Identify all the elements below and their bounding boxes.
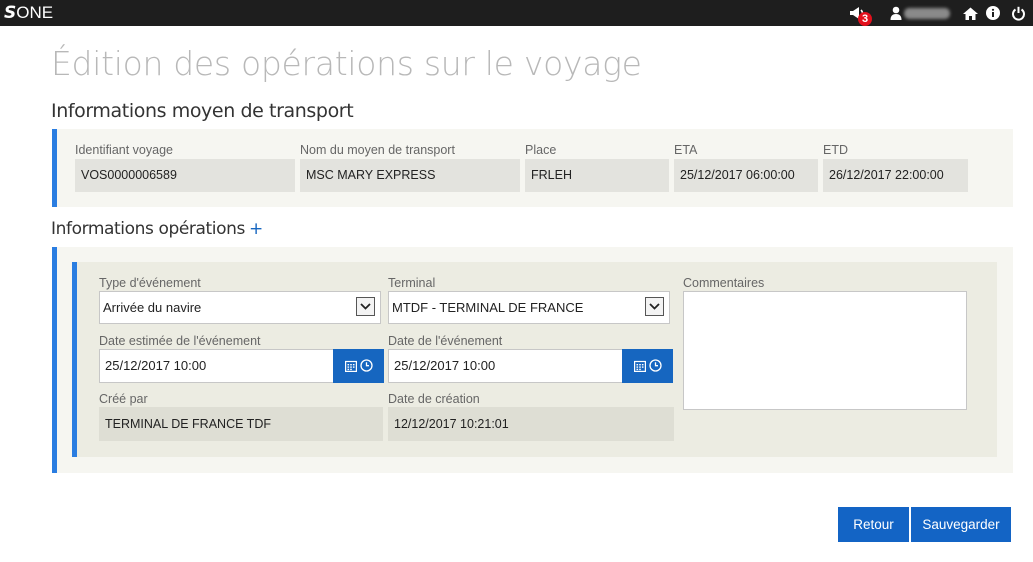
clock-icon: [359, 357, 373, 376]
calendar-icon: [633, 357, 646, 376]
home-icon[interactable]: [961, 0, 979, 26]
event-type-label: Type d'événement: [99, 276, 201, 290]
chevron-down-icon[interactable]: [356, 297, 375, 316]
created-by-label: Créé par: [99, 392, 148, 406]
info-icon[interactable]: [985, 0, 1001, 26]
eta-value: 25/12/2017 06:00:00: [674, 159, 818, 192]
transport-name-label: Nom du moyen de transport: [300, 143, 455, 157]
add-operation-button[interactable]: +: [249, 219, 263, 239]
terminal-value: MTDF - TERMINAL DE FRANCE: [392, 300, 584, 315]
event-date-picker-button[interactable]: [622, 349, 673, 383]
operations-outer-panel: Type d'événement Arrivée du navire Termi…: [52, 247, 1013, 473]
chevron-down-icon[interactable]: [645, 297, 664, 316]
event-type-value: Arrivée du navire: [103, 300, 202, 315]
estimated-date-input[interactable]: 25/12/2017 10:00: [99, 349, 334, 383]
clock-icon: [648, 357, 662, 376]
power-icon[interactable]: [1009, 0, 1027, 26]
operation-card: Type d'événement Arrivée du navire Termi…: [72, 262, 997, 457]
event-date-input[interactable]: 25/12/2017 10:00: [388, 349, 623, 383]
save-button[interactable]: Sauvegarder: [911, 507, 1011, 542]
user-name[interactable]: [904, 8, 950, 19]
place-label: Place: [525, 143, 557, 157]
calendar-icon: [344, 357, 357, 376]
transport-section-title: Informations moyen de transport: [51, 100, 354, 122]
comments-label: Commentaires: [683, 276, 765, 290]
voyage-id-value: VOS0000006589: [75, 159, 295, 192]
page-title: Édition des opérations sur le voyage: [51, 44, 642, 83]
terminal-select[interactable]: MTDF - TERMINAL DE FRANCE: [388, 291, 670, 324]
notification-badge: 3: [858, 12, 872, 26]
estimated-date-label: Date estimée de l'événement: [99, 334, 261, 348]
logo-text: ONE: [16, 3, 54, 22]
back-button[interactable]: Retour: [838, 507, 909, 542]
creation-date-label: Date de création: [388, 392, 480, 406]
comments-textarea[interactable]: [683, 291, 967, 410]
terminal-label: Terminal: [388, 276, 436, 290]
operations-section-title: Informations opérations +: [51, 219, 263, 239]
estimated-date-picker-button[interactable]: [333, 349, 384, 383]
event-type-select[interactable]: Arrivée du navire: [99, 291, 381, 324]
voyage-id-label: Identifiant voyage: [75, 143, 173, 157]
app-logo[interactable]: S ONE: [4, 3, 53, 23]
place-value: FRLEH: [525, 159, 669, 192]
created-by-value: TERMINAL DE FRANCE TDF: [99, 407, 383, 441]
top-bar: S ONE 3: [0, 0, 1033, 26]
etd-label: ETD: [823, 143, 848, 157]
eta-label: ETA: [674, 143, 698, 157]
transport-name-value: MSC MARY EXPRESS: [300, 159, 520, 192]
creation-date-value: 12/12/2017 10:21:01: [388, 407, 674, 441]
etd-value: 26/12/2017 22:00:00: [823, 159, 968, 192]
user-icon[interactable]: [888, 0, 904, 26]
event-date-label: Date de l'événement: [388, 334, 503, 348]
transport-info-panel: Identifiant voyage VOS0000006589 Nom du …: [52, 129, 1013, 207]
logo-mark: S: [4, 3, 16, 23]
operations-section-label: Informations opérations: [51, 219, 245, 239]
